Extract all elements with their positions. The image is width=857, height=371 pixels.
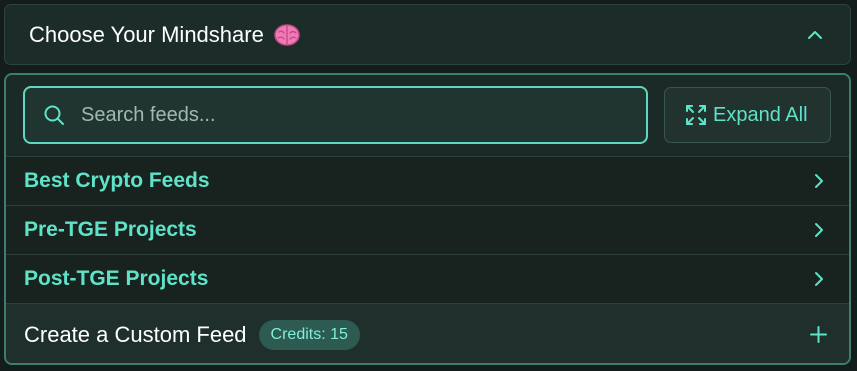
search-row: Expand All	[6, 75, 849, 157]
mindshare-header[interactable]: Choose Your Mindshare	[4, 4, 851, 65]
feed-item-pre-tge-projects[interactable]: Pre-TGE Projects	[6, 206, 849, 255]
chevron-right-icon	[815, 174, 823, 188]
chevron-right-icon	[815, 272, 823, 286]
feed-item-label: Post-TGE Projects	[24, 267, 209, 290]
feed-item-best-crypto-feeds[interactable]: Best Crypto Feeds	[6, 157, 849, 206]
search-input[interactable]	[79, 102, 646, 128]
create-custom-feed-label: Create a Custom Feed	[24, 321, 247, 347]
search-icon	[44, 105, 64, 125]
plus-icon[interactable]	[809, 325, 828, 344]
header-title: Choose Your Mindshare	[29, 21, 264, 47]
expand-all-label: Expand All	[713, 103, 808, 126]
feed-item-label: Best Crypto Feeds	[24, 169, 210, 192]
expand-all-button[interactable]: Expand All	[664, 87, 831, 143]
expand-arrows-icon	[686, 105, 706, 125]
feeds-panel: Expand All Best Crypto Feeds Pre-TGE Pro…	[4, 73, 851, 365]
create-custom-feed-row[interactable]: Create a Custom Feed Credits: 15	[6, 304, 849, 363]
feed-item-label: Pre-TGE Projects	[24, 218, 197, 241]
header-title-group: Choose Your Mindshare	[29, 22, 300, 48]
chevron-right-icon	[815, 223, 823, 237]
feed-item-post-tge-projects[interactable]: Post-TGE Projects	[6, 255, 849, 304]
search-box[interactable]	[23, 86, 648, 144]
credits-badge: Credits: 15	[258, 319, 360, 350]
brain-icon	[274, 23, 300, 46]
chevron-up-icon[interactable]	[806, 26, 824, 44]
